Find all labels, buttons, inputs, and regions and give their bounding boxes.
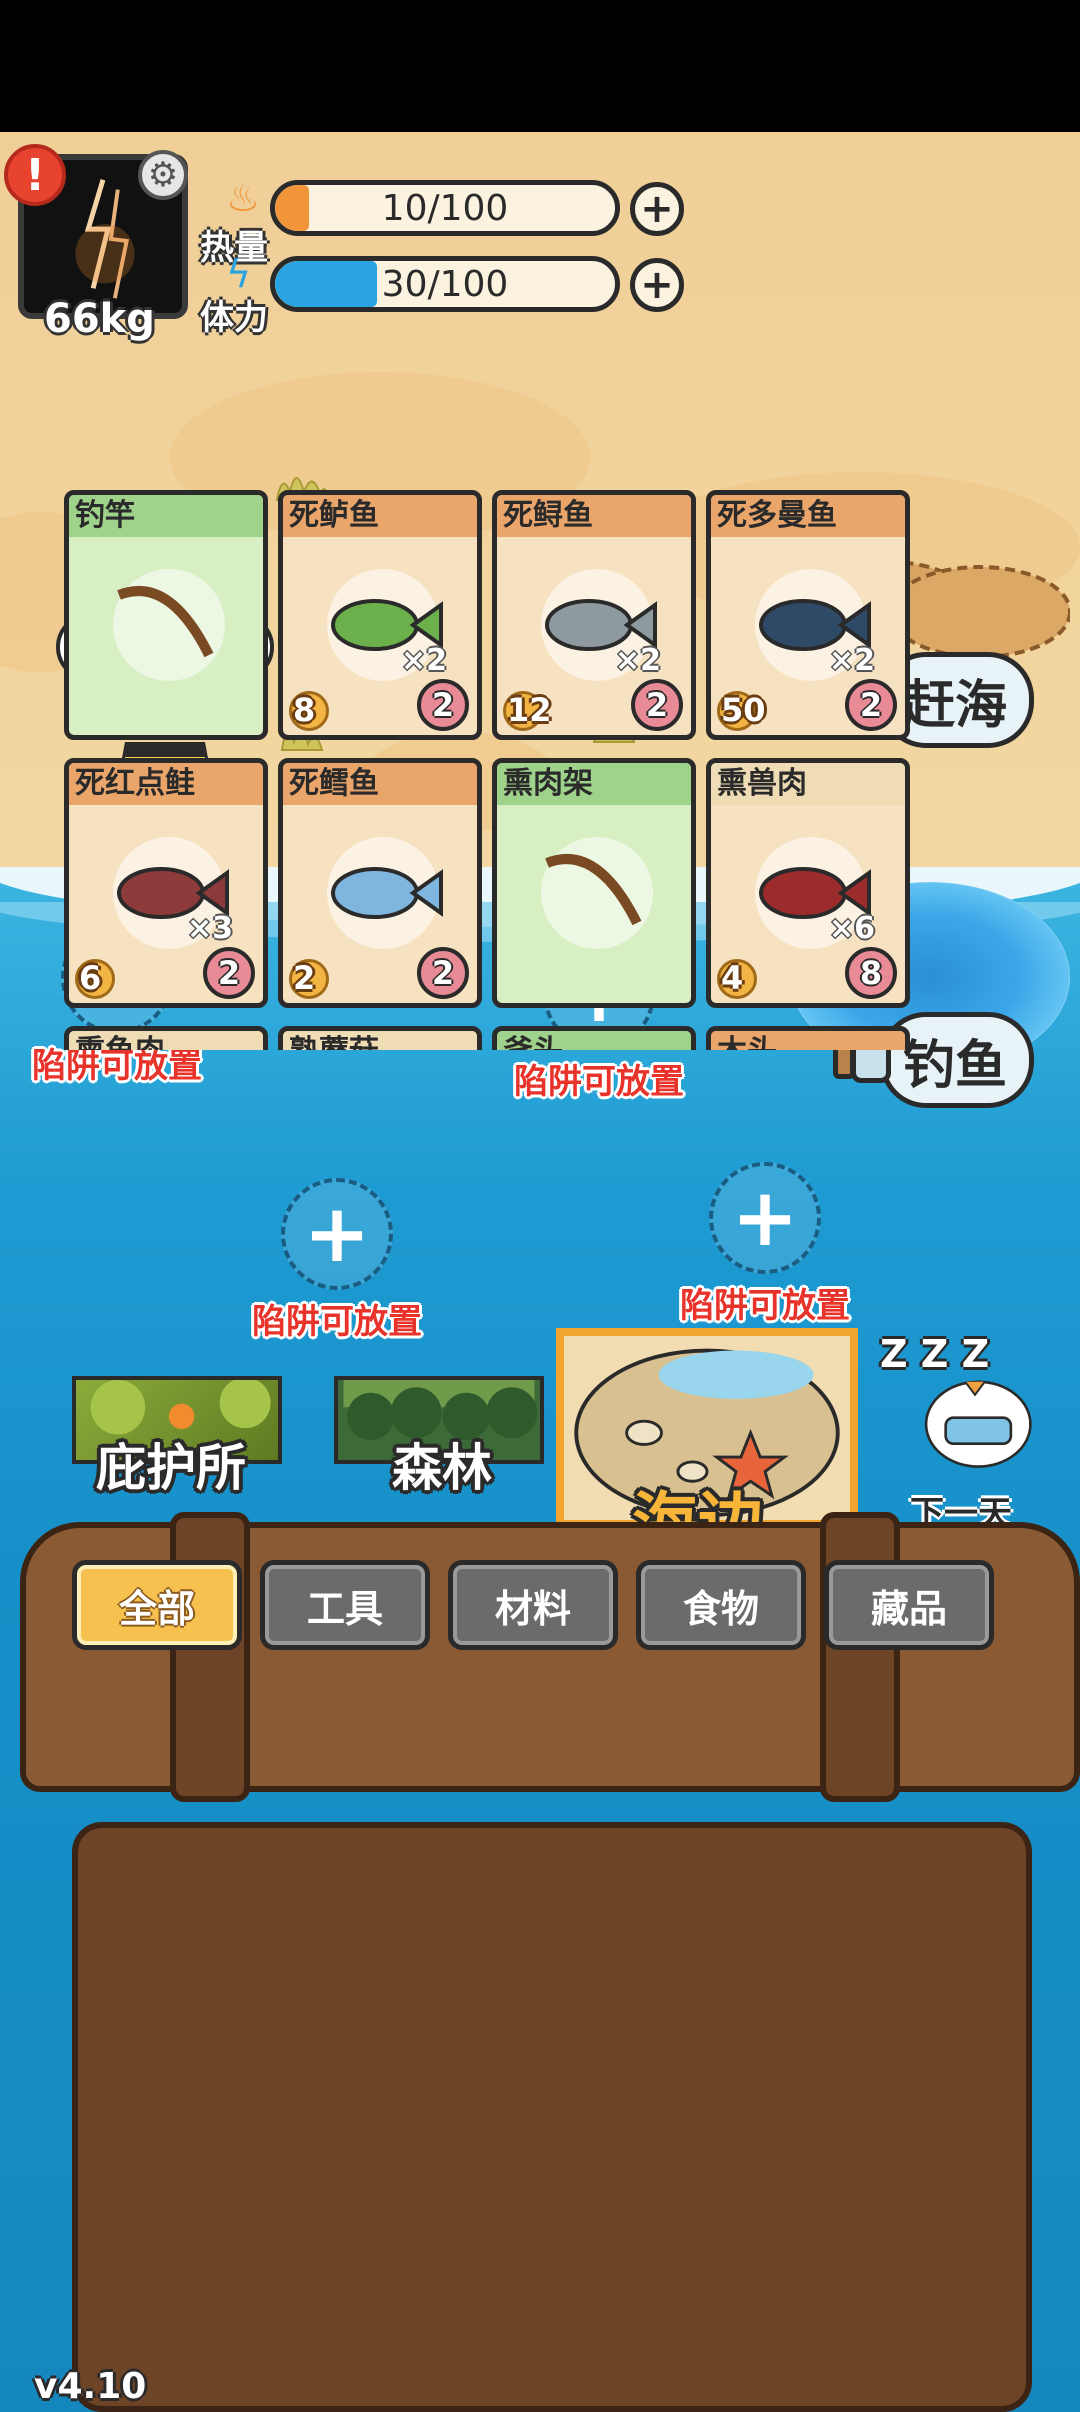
inventory-panel — [72, 1822, 1032, 2412]
inventory-item[interactable]: 死多曼鱼 ×2 50 2 — [706, 490, 910, 740]
version-label: v4.10 — [34, 2366, 147, 2407]
flame-icon: ♨ — [226, 176, 261, 220]
add-stamina-button[interactable]: + — [630, 258, 684, 312]
item-uses-badge: 8 — [845, 947, 897, 999]
tab-tools[interactable]: 工具 — [260, 1560, 430, 1650]
item-calories: 4 — [721, 959, 744, 997]
item-calories: 2 — [293, 959, 316, 997]
trap-slot[interactable]: + 陷阱可放置 — [650, 1162, 880, 1327]
item-name: 熏兽肉 — [711, 763, 905, 805]
item-name: 熏肉架 — [497, 763, 691, 805]
inventory-tabs: 全部 工具 材料 食物 藏品 — [72, 1560, 994, 1650]
item-calories: 8 — [293, 691, 316, 729]
inventory-item[interactable]: 熏肉架 — [492, 758, 696, 1008]
calories-value: 10/100 — [381, 187, 509, 229]
item-quantity: ×2 — [400, 643, 447, 678]
alert-badge[interactable]: ! — [4, 144, 66, 206]
backpack-strap — [170, 1512, 250, 1802]
settings-gear-icon[interactable]: ⚙ — [138, 150, 188, 200]
item-name: 熏鱼肉 — [69, 1031, 263, 1050]
tab-materials[interactable]: 材料 — [448, 1560, 618, 1650]
calories-bar: 10/100 — [270, 180, 620, 236]
item-quantity: ×2 — [614, 643, 661, 678]
inventory-item[interactable]: 熏鱼肉 — [64, 1026, 268, 1050]
location-forest-label: 森林 — [392, 1439, 492, 1497]
item-name: 死鲈鱼 — [283, 495, 477, 537]
item-name: 死鲟鱼 — [497, 495, 691, 537]
item-name: 钓竿 — [69, 495, 263, 537]
item-uses-badge: 2 — [417, 679, 469, 731]
location-shelter-label: 庇护所 — [96, 1439, 246, 1497]
item-calories: 12 — [507, 691, 552, 729]
item-uses-badge: 2 — [631, 679, 683, 731]
trap-slot-label: 陷阱可放置 — [680, 1286, 850, 1326]
game-screen: 赶海 钓鱼 + 陷阱可放置 + 陷阱可放置 + 陷阱可放置 + 陷阱可放置 ! … — [0, 132, 1080, 2412]
tab-food[interactable]: 食物 — [636, 1560, 806, 1650]
stamina-label: 体力 — [200, 298, 268, 338]
item-uses-badge: 2 — [203, 947, 255, 999]
item-name: 死红点鲑 — [69, 763, 263, 805]
item-name: 死多曼鱼 — [711, 495, 905, 537]
item-uses-badge: 2 — [845, 679, 897, 731]
item-quantity: ×2 — [828, 643, 875, 678]
inventory-item[interactable]: 钓竿 — [64, 490, 268, 740]
inventory-item[interactable]: 熏兽肉 ×6 4 8 — [706, 758, 910, 1008]
inventory-item[interactable]: 斧头 — [492, 1026, 696, 1050]
inventory-item[interactable]: 死鳕鱼 2 2 — [278, 758, 482, 1008]
inventory-backpack: 全部 工具 材料 食物 藏品 — [20, 1512, 1080, 2412]
fishing-rod-icon — [113, 569, 225, 681]
item-name: 斧头 — [497, 1031, 691, 1050]
inventory-item[interactable]: 死红点鲑 ×3 6 2 — [64, 758, 268, 1008]
item-name: 木头 — [711, 1031, 905, 1050]
item-quantity: ×6 — [828, 911, 875, 946]
stamina-value: 30/100 — [381, 263, 509, 305]
inventory-item[interactable]: 死鲈鱼 ×2 8 2 — [278, 490, 482, 740]
smoking-rack-icon — [541, 837, 653, 949]
item-name: 死鳕鱼 — [283, 763, 477, 805]
trap-slot[interactable]: + 陷阱可放置 — [222, 1178, 452, 1343]
item-calories: 50 — [721, 691, 766, 729]
add-calories-button[interactable]: + — [630, 182, 684, 236]
add-trap-icon: + — [709, 1162, 821, 1274]
trap-slot-label: 陷阱可放置 — [252, 1302, 422, 1342]
player-weight: 66kg — [44, 296, 155, 342]
item-uses-badge: 2 — [417, 947, 469, 999]
inventory-item[interactable]: 熟蘑菇 — [278, 1026, 482, 1050]
tab-collectibles[interactable]: 藏品 — [824, 1560, 994, 1650]
backpack-strap — [820, 1512, 900, 1802]
stamina-bar: 30/100 — [270, 256, 620, 312]
tab-all[interactable]: 全部 — [72, 1560, 242, 1650]
sleeping-zzz: Z Z Z — [880, 1332, 990, 1376]
inventory-item[interactable]: 死鲟鱼 ×2 12 2 — [492, 490, 696, 740]
inventory-item[interactable]: 木头 — [706, 1026, 910, 1050]
item-name: 熟蘑菇 — [283, 1031, 477, 1050]
item-calories: 6 — [79, 959, 102, 997]
item-quantity: ×3 — [186, 911, 233, 946]
inventory-grid: 钓竿 死鲈鱼 ×2 8 2 死鲟鱼 ×2 12 2 死多曼鱼 ×2 50 2 死红点鲑 ×3 6 2 死鳕鱼 2 2 熏… — [64, 490, 964, 1050]
trap-slot-label: 陷阱可放置 — [514, 1062, 684, 1102]
add-trap-icon: + — [281, 1178, 393, 1290]
cod-icon — [327, 837, 443, 949]
